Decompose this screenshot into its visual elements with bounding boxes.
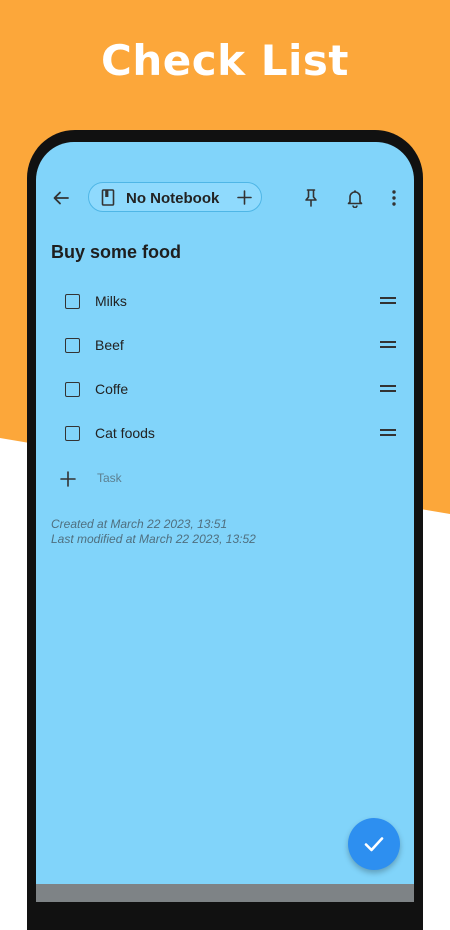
more-button[interactable] bbox=[380, 184, 408, 212]
task-label[interactable]: Cat foods bbox=[95, 425, 155, 441]
bell-icon bbox=[347, 190, 363, 208]
modified-timestamp: Last modified at March 22 2023, 13:52 bbox=[51, 532, 256, 546]
toolbar: No Notebook bbox=[36, 182, 414, 214]
task-row: Beef bbox=[36, 325, 414, 369]
note-title[interactable]: Buy some food bbox=[51, 242, 181, 263]
check-icon bbox=[364, 837, 384, 852]
task-row: Coffe bbox=[36, 369, 414, 413]
task-label[interactable]: Milks bbox=[95, 293, 127, 309]
notebook-icon bbox=[101, 189, 115, 206]
drag-handle-icon[interactable] bbox=[380, 385, 396, 393]
arrow-left-icon bbox=[53, 191, 69, 205]
task-checkbox[interactable] bbox=[65, 382, 80, 397]
pin-button[interactable] bbox=[297, 184, 325, 212]
reminder-button[interactable] bbox=[341, 184, 369, 212]
plus-icon bbox=[60, 471, 76, 487]
created-timestamp: Created at March 22 2023, 13:51 bbox=[51, 517, 228, 531]
notebook-label: No Notebook bbox=[126, 190, 220, 207]
drag-handle-icon[interactable] bbox=[380, 429, 396, 437]
add-task-row[interactable]: Task bbox=[36, 464, 414, 494]
drag-handle-icon[interactable] bbox=[380, 341, 396, 349]
drag-handle-icon[interactable] bbox=[380, 297, 396, 305]
add-task-placeholder: Task bbox=[97, 471, 122, 485]
task-checkbox[interactable] bbox=[65, 294, 80, 309]
notebook-chip[interactable]: No Notebook bbox=[88, 182, 262, 212]
save-fab[interactable] bbox=[348, 818, 400, 870]
promo-title: Check List bbox=[101, 36, 349, 85]
task-label[interactable]: Beef bbox=[95, 337, 124, 353]
system-nav-bar bbox=[36, 884, 414, 902]
more-vertical-icon bbox=[392, 190, 396, 206]
pin-icon bbox=[305, 189, 317, 207]
back-button[interactable] bbox=[47, 184, 75, 212]
plus-icon[interactable] bbox=[237, 190, 252, 205]
task-label[interactable]: Coffe bbox=[95, 381, 128, 397]
note-screen: No Notebook Buy some food Milks Beef Cof… bbox=[36, 142, 414, 902]
task-checkbox[interactable] bbox=[65, 338, 80, 353]
task-row: Cat foods bbox=[36, 413, 414, 457]
task-row: Milks bbox=[36, 281, 414, 325]
task-checkbox[interactable] bbox=[65, 426, 80, 441]
